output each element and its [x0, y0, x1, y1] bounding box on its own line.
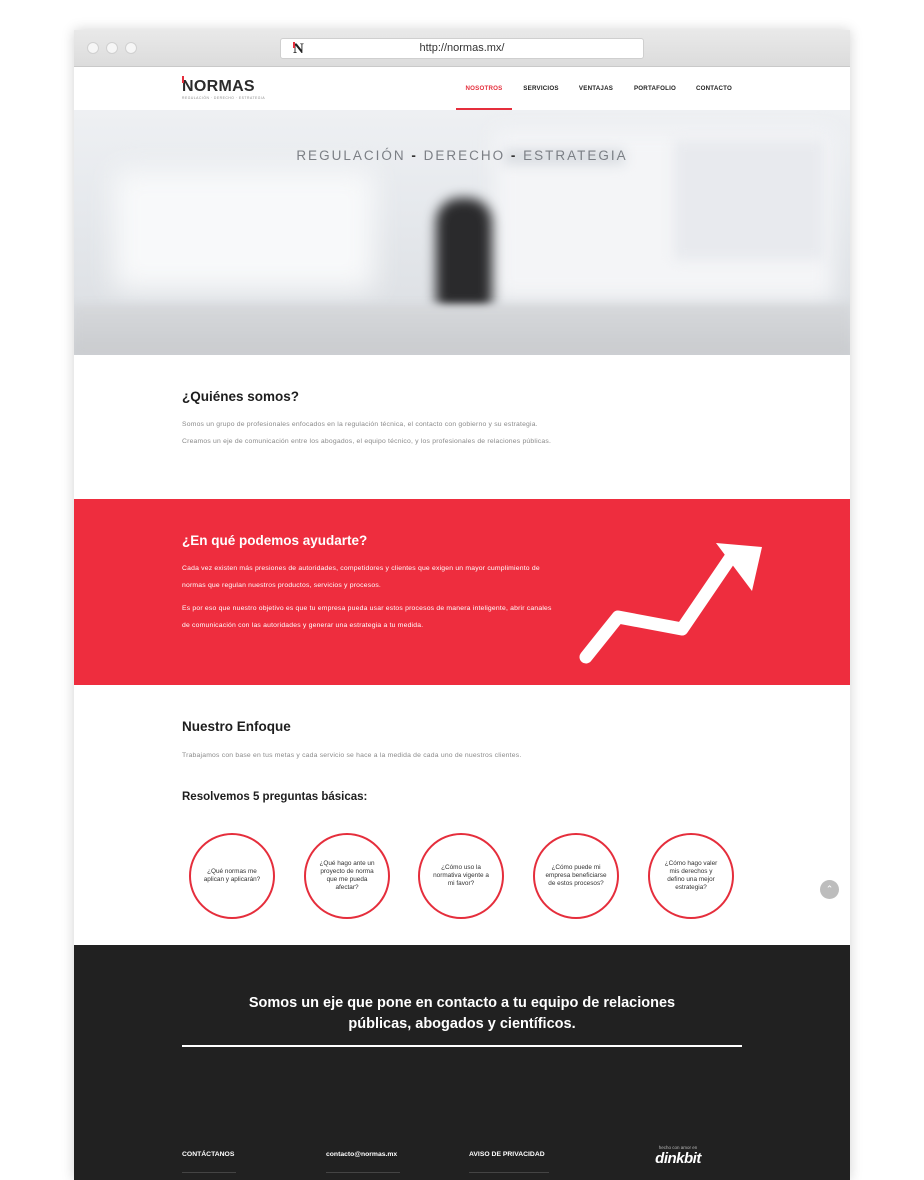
- address-bar[interactable]: N http://normas.mx/: [280, 38, 644, 59]
- minimize-window-button[interactable]: [106, 42, 118, 54]
- tagline-word: DERECHO: [423, 148, 506, 163]
- hero-tagline: REGULACIÓN - DERECHO - ESTRATEGIA: [296, 148, 628, 163]
- close-window-button[interactable]: [87, 42, 99, 54]
- about-title: ¿Quiénes somos?: [182, 389, 300, 404]
- tagline-word: ESTRATEGIA: [523, 148, 628, 163]
- footer-contact-label[interactable]: CONTÁCTANOS: [182, 1151, 234, 1158]
- site-header: NORMAS REGULACIÓN · DERECHO · ESTRATEGIA…: [74, 67, 850, 110]
- help-paragraph-1: Cada vez existen más presiones de autori…: [182, 565, 540, 589]
- url-text[interactable]: http://normas.mx/: [281, 42, 643, 54]
- claim-footer-section: Somos un eje que pone en contacto a tu e…: [74, 945, 850, 1180]
- focus-section: Nuestro Enfoque Trabajamos con base en t…: [74, 685, 850, 945]
- claim-divider: [182, 1045, 742, 1047]
- focus-subtitle: Resolvemos 5 preguntas básicas:: [182, 791, 368, 803]
- help-title: ¿En qué podemos ayudarte?: [182, 533, 368, 548]
- claim-text: Somos un eje que pone en contacto a tu e…: [248, 995, 676, 1032]
- browser-window: N http://normas.mx/ NORMAS REGULACIÓN · …: [74, 30, 850, 1180]
- browser-chrome: N http://normas.mx/: [74, 30, 850, 67]
- growth-arrow-icon: [579, 543, 762, 664]
- made-by-credit[interactable]: hecho con amor en dinkbit: [648, 1145, 708, 1167]
- agency-logo: dinkbit: [655, 1150, 701, 1167]
- chevron-up-icon: ⌃: [825, 884, 834, 894]
- focus-intro: Trabajamos con base en tus metas y cada …: [182, 752, 522, 759]
- logo-tagline: REGULACIÓN · DERECHO · ESTRATEGIA: [182, 96, 266, 100]
- about-text: Somos un grupo de profesionales enfocado…: [182, 421, 552, 445]
- question-circle-3: ¿Cómo uso la normativa vigente a mi favo…: [418, 833, 504, 919]
- maximize-window-button[interactable]: [125, 42, 137, 54]
- hero-banner: REGULACIÓN - DERECHO - ESTRATEGIA: [74, 110, 850, 355]
- scroll-to-top-button[interactable]: ⌃: [820, 880, 839, 899]
- nav-item-portafolio[interactable]: PORTAFOLIO: [630, 67, 680, 110]
- help-section: ¿En qué podemos ayudarte? Cada vez exist…: [74, 499, 850, 685]
- tagline-word: REGULACIÓN: [296, 148, 406, 163]
- nav-item-servicios[interactable]: SERVICIOS: [520, 67, 562, 110]
- question-circle-2: ¿Qué hago ante un proyecto de norma que …: [304, 833, 390, 919]
- focus-title: Nuestro Enfoque: [182, 719, 291, 734]
- nav-item-nosotros[interactable]: NOSOTROS: [456, 67, 512, 110]
- hero-background-image: [436, 198, 492, 308]
- question-circle-1: ¿Qué normas me aplican y aplicarán?: [189, 833, 275, 919]
- logo-wordmark: NORMAS: [182, 76, 265, 96]
- nav-item-ventajas[interactable]: VENTAJAS: [574, 67, 618, 110]
- footer-email-link[interactable]: contacto@normas.mx: [326, 1151, 397, 1158]
- help-paragraph-2: Es por eso que nuestro objetivo es que t…: [182, 605, 552, 629]
- footer-privacy-link[interactable]: AVISO DE PRIVACIDAD: [469, 1151, 545, 1158]
- about-section: ¿Quiénes somos? Somos un grupo de profes…: [74, 355, 850, 499]
- question-circle-4: ¿Cómo puede mi empresa beneficiarse de e…: [533, 833, 619, 919]
- nav-item-contacto[interactable]: CONTACTO: [692, 67, 736, 110]
- question-circle-5: ¿Cómo hago valer mis derechos y defino u…: [648, 833, 734, 919]
- site-logo[interactable]: NORMAS REGULACIÓN · DERECHO · ESTRATEGIA: [182, 76, 266, 100]
